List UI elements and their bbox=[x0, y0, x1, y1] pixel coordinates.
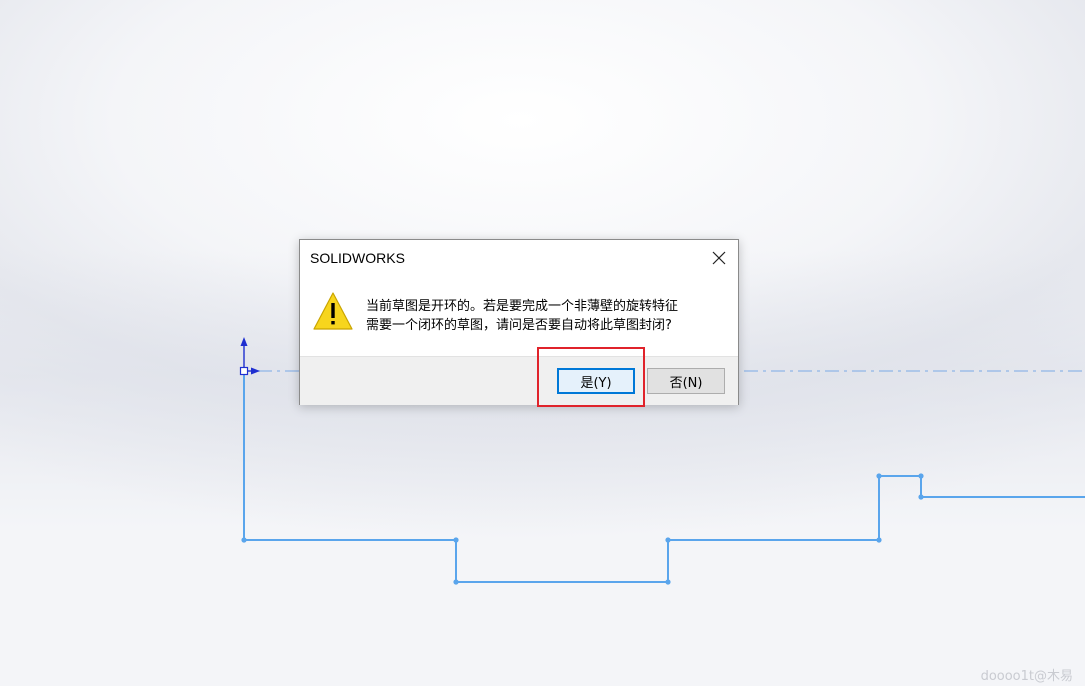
warning-icon bbox=[312, 291, 354, 335]
sketch-vertices[interactable] bbox=[241, 473, 924, 585]
message-line-2: 需要一个闭环的草图，请问是否要自动将此草图封闭? bbox=[366, 318, 672, 333]
vertex[interactable] bbox=[453, 537, 459, 543]
vertex[interactable] bbox=[876, 537, 882, 543]
dialog-titlebar[interactable]: SOLIDWORKS bbox=[300, 240, 738, 276]
vertex[interactable] bbox=[918, 494, 924, 500]
dialog-content: 当前草图是开环的。若是要完成一个非薄壁的旋转特征 需要一个闭环的草图，请问是否要… bbox=[300, 276, 738, 356]
yes-button[interactable]: 是(Y) bbox=[557, 368, 635, 394]
origin-icon[interactable] bbox=[239, 337, 261, 376]
dialog-button-bar: 是(Y) 否(N) bbox=[300, 356, 738, 405]
vertex[interactable] bbox=[241, 537, 247, 543]
dialog-title: SOLIDWORKS bbox=[310, 250, 405, 266]
message-dialog[interactable]: SOLIDWORKS 当前草图是开环的。若是要完成一个非薄壁的旋转特征 需要一个… bbox=[299, 239, 739, 405]
dialog-message: 当前草图是开环的。若是要完成一个非薄壁的旋转特征 需要一个闭环的草图，请问是否要… bbox=[366, 297, 678, 335]
vertex[interactable] bbox=[918, 473, 924, 479]
vertex[interactable] bbox=[665, 537, 671, 543]
vertex[interactable] bbox=[453, 579, 459, 585]
vertex[interactable] bbox=[665, 579, 671, 585]
watermark-text: doooo1t@木易 bbox=[980, 669, 1073, 684]
no-button[interactable]: 否(N) bbox=[647, 368, 725, 394]
message-line-1: 当前草图是开环的。若是要完成一个非薄壁的旋转特征 bbox=[366, 299, 679, 314]
close-icon[interactable] bbox=[710, 249, 728, 267]
vertex[interactable] bbox=[876, 473, 882, 479]
